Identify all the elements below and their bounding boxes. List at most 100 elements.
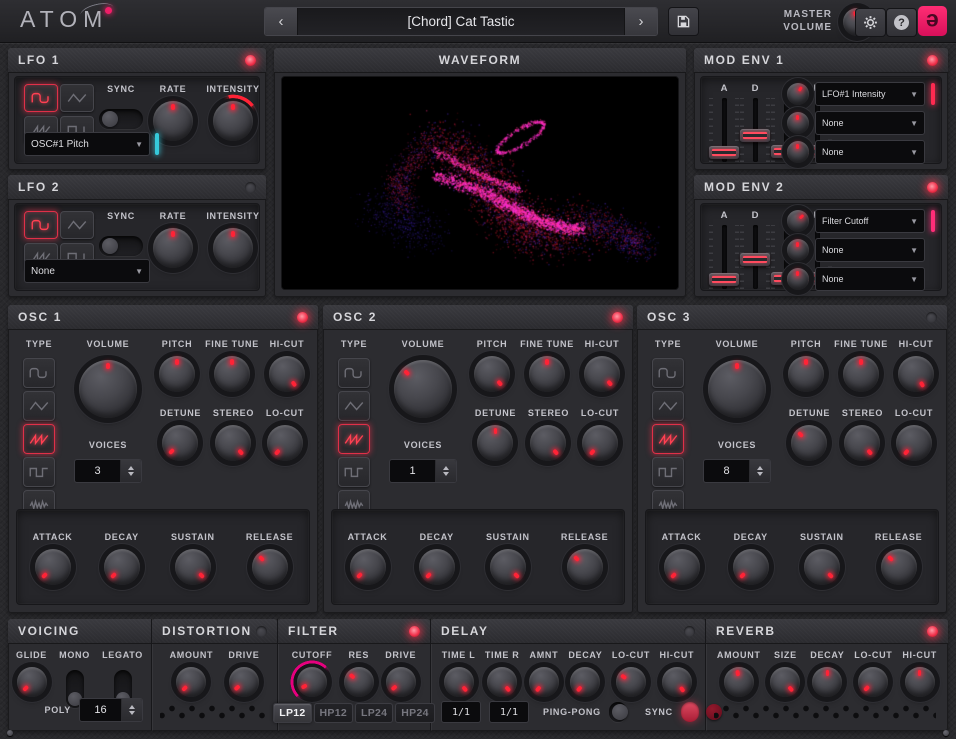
preset-next-button[interactable]: › <box>624 8 657 35</box>
osc-fine-tune-knob[interactable] <box>214 356 250 392</box>
triangle-wave-button[interactable] <box>60 211 94 239</box>
osc-attack-knob[interactable] <box>664 549 700 585</box>
osc-decay-knob[interactable] <box>104 549 140 585</box>
reverb-hi-cut-knob[interactable] <box>905 667 935 697</box>
osc-hi-cut-knob[interactable] <box>269 356 305 392</box>
osc-hi-cut-knob[interactable] <box>898 356 934 392</box>
osc-volume-knob[interactable] <box>394 360 452 418</box>
env-target1-dropdown[interactable]: LFO#1 Intensity▼ <box>815 82 925 106</box>
env-target1-mod-bar[interactable] <box>931 210 935 232</box>
delay-lo-cut-knob[interactable] <box>616 667 646 697</box>
osc-pitch-knob[interactable] <box>159 356 195 392</box>
delay-hi-cut-knob[interactable] <box>662 667 692 697</box>
filter-mode-lp12-button[interactable]: LP12 <box>273 703 311 723</box>
saw-wave-button[interactable] <box>652 424 684 454</box>
smooth-square-wave-button[interactable] <box>652 358 684 388</box>
voices-stepper[interactable]: 1 <box>389 459 457 483</box>
lfo1-sync-toggle[interactable] <box>99 109 143 129</box>
osc-pitch-knob[interactable] <box>474 356 510 392</box>
save-preset-button[interactable] <box>668 7 699 36</box>
lfo1-target-dropdown[interactable]: OSC#1 Pitch▼ <box>24 132 150 156</box>
osc-release-knob[interactable] <box>252 549 288 585</box>
filter-drive-knob[interactable] <box>386 667 416 697</box>
stepper-arrows-icon[interactable] <box>435 460 456 482</box>
delay-led[interactable] <box>684 626 695 637</box>
env-target3-dropdown[interactable]: None▼ <box>815 267 925 291</box>
env-target3-dropdown[interactable]: None▼ <box>815 140 925 164</box>
env-target1-amount-knob[interactable] <box>787 83 809 105</box>
osc-decay-knob[interactable] <box>733 549 769 585</box>
triangle-wave-button[interactable] <box>23 391 55 421</box>
saw-wave-button[interactable] <box>23 424 55 454</box>
osc-led[interactable] <box>612 312 623 323</box>
filter-led[interactable] <box>409 626 420 637</box>
help-button[interactable]: ? <box>886 8 917 37</box>
delay-time-r-value[interactable]: 1/1 <box>489 701 529 723</box>
osc-led[interactable] <box>297 312 308 323</box>
env-decay-slider[interactable]: D <box>740 210 770 289</box>
smooth-square-wave-button[interactable] <box>338 358 370 388</box>
osc-detune-knob[interactable] <box>477 425 513 461</box>
delay-sync-toggle[interactable] <box>681 702 699 722</box>
glide-knob[interactable] <box>17 667 47 697</box>
preset-prev-button[interactable]: ‹ <box>265 8 298 35</box>
modenv2-led[interactable] <box>927 182 938 193</box>
sine-wave-button[interactable] <box>24 84 58 112</box>
lfo2-target-dropdown[interactable]: None▼ <box>24 259 150 283</box>
osc-lo-cut-knob[interactable] <box>896 425 932 461</box>
osc-fine-tune-knob[interactable] <box>529 356 565 392</box>
osc-detune-knob[interactable] <box>791 425 827 461</box>
env-target2-amount-knob[interactable] <box>787 239 809 261</box>
osc-hi-cut-knob[interactable] <box>584 356 620 392</box>
poly-stepper[interactable]: 16 <box>79 698 143 722</box>
reverb-decay-knob[interactable] <box>812 667 842 697</box>
osc-led[interactable] <box>926 312 937 323</box>
osc-sustain-knob[interactable] <box>175 549 211 585</box>
ping-pong-toggle[interactable] <box>609 702 627 722</box>
stepper-arrows-icon[interactable] <box>120 460 141 482</box>
filter-mode-lp24-button[interactable]: LP24 <box>355 703 393 723</box>
filter-mode-hp24-button[interactable]: HP24 <box>395 703 434 723</box>
env-target3-amount-knob[interactable] <box>787 141 809 163</box>
osc-release-knob[interactable] <box>881 549 917 585</box>
lfo1-mod-amount-bar[interactable] <box>155 133 159 155</box>
osc-volume-knob[interactable] <box>708 360 766 418</box>
preset-name-field[interactable]: [Chord] Cat Tastic <box>298 8 624 35</box>
osc-fine-tune-knob[interactable] <box>843 356 879 392</box>
distortion-drive-knob[interactable] <box>229 667 259 697</box>
env-target1-dropdown[interactable]: Filter Cutoff▼ <box>815 209 925 233</box>
env-target2-dropdown[interactable]: None▼ <box>815 111 925 135</box>
env-decay-slider[interactable]: D <box>740 83 770 162</box>
saw-wave-button[interactable] <box>338 424 370 454</box>
lfo1-intensity-knob[interactable] <box>213 101 253 141</box>
pulse-wave-button[interactable] <box>338 457 370 487</box>
env-target3-amount-knob[interactable] <box>787 268 809 290</box>
osc-stereo-knob[interactable] <box>215 425 251 461</box>
filter-cutoff-knob[interactable] <box>297 667 327 697</box>
osc-lo-cut-knob[interactable] <box>582 425 618 461</box>
env-target1-amount-knob[interactable] <box>787 210 809 232</box>
lfo2-intensity-knob[interactable] <box>213 228 253 268</box>
osc-release-knob[interactable] <box>567 549 603 585</box>
reverb-size-knob[interactable] <box>770 667 800 697</box>
lfo2-led[interactable] <box>245 182 256 193</box>
settings-button[interactable] <box>855 8 886 37</box>
osc-pitch-knob[interactable] <box>788 356 824 392</box>
distortion-amount-knob[interactable] <box>176 667 206 697</box>
triangle-wave-button[interactable] <box>652 391 684 421</box>
env-target1-mod-bar[interactable] <box>931 83 935 105</box>
brand-logo[interactable]: e <box>918 6 947 36</box>
smooth-square-wave-button[interactable] <box>23 358 55 388</box>
delay-time-l-knob[interactable] <box>444 667 474 697</box>
osc-attack-knob[interactable] <box>350 549 386 585</box>
osc-volume-knob[interactable] <box>79 360 137 418</box>
osc-lo-cut-knob[interactable] <box>267 425 303 461</box>
env-target2-dropdown[interactable]: None▼ <box>815 238 925 262</box>
reverb-led[interactable] <box>927 626 938 637</box>
delay-amount-knob[interactable] <box>529 667 559 697</box>
triangle-wave-button[interactable] <box>60 84 94 112</box>
voices-stepper[interactable]: 8 <box>703 459 771 483</box>
osc-sustain-knob[interactable] <box>804 549 840 585</box>
lfo2-sync-toggle[interactable] <box>99 236 143 256</box>
distortion-led[interactable] <box>256 626 267 637</box>
